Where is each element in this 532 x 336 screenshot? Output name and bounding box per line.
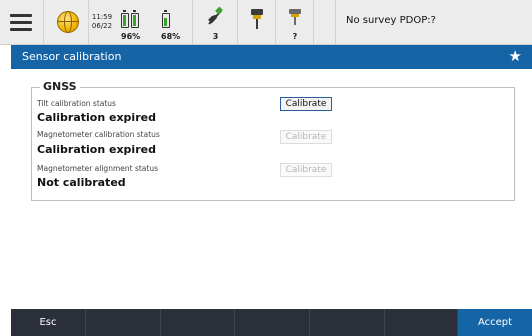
gnss-receiver-icon <box>251 9 263 29</box>
softkey-6[interactable] <box>385 309 458 336</box>
globe-status-button[interactable] <box>44 0 89 45</box>
esc-button[interactable]: Esc <box>11 309 86 336</box>
satellite-icon <box>208 6 223 25</box>
survey-status-text: No survey PDOP:? <box>346 15 436 26</box>
battery-2-percent: 68% <box>161 32 181 41</box>
main-content: GNSS Tilt calibration status Calibration… <box>11 69 532 309</box>
clock-time: 11:59 <box>91 13 113 21</box>
softkey-5[interactable] <box>310 309 385 336</box>
receiver-2-status-button[interactable]: ? <box>276 0 314 45</box>
accept-label: Accept <box>477 317 513 328</box>
magnetometer-alignment-label: Magnetometer alignment status <box>37 164 158 173</box>
group-legend: GNSS <box>40 80 80 93</box>
softkey-4[interactable] <box>235 309 310 336</box>
battery-icon <box>131 10 139 28</box>
battery-status[interactable]: 96% 68% <box>113 0 193 45</box>
battery-icon <box>121 10 129 28</box>
gnss-receiver-icon <box>289 9 301 25</box>
gnss-group: GNSS Tilt calibration status Calibration… <box>31 80 515 201</box>
magnetometer-alignment-calibrate-button[interactable]: Calibrate <box>280 163 332 177</box>
bottom-bar: Esc Accept <box>11 309 532 336</box>
esc-label: Esc <box>39 317 57 328</box>
title-bar: Sensor calibration ★ <box>11 45 532 69</box>
receiver-2-status-text: ? <box>292 32 298 41</box>
magnetometer-calibrate-button[interactable]: Calibrate <box>280 130 332 144</box>
tilt-calibration-value: Calibration expired <box>37 111 156 124</box>
satellite-status-button[interactable]: 3 <box>193 0 238 45</box>
receiver-status-button[interactable] <box>238 0 276 45</box>
satellite-count: 3 <box>212 32 219 41</box>
magnetometer-alignment-value: Not calibrated <box>37 176 126 189</box>
softkey-3[interactable] <box>161 309 235 336</box>
clock: 11:59 06/22 <box>89 0 113 45</box>
status-bar: 11:59 06/22 96% 68% 3 ? No survey PDOP:? <box>0 0 532 45</box>
magnetometer-calibration-label: Magnetometer calibration status <box>37 130 160 139</box>
status-spacer <box>314 0 336 45</box>
magnetometer-calibration-value: Calibration expired <box>37 143 156 156</box>
accept-button[interactable]: Accept <box>458 309 532 336</box>
battery-1-percent: 96% <box>121 32 141 41</box>
battery-icon <box>162 10 170 28</box>
page-title: Sensor calibration <box>22 50 122 63</box>
clock-date: 06/22 <box>91 22 113 30</box>
survey-status[interactable]: No survey PDOP:? <box>336 0 532 45</box>
menu-button[interactable] <box>0 0 44 45</box>
tilt-calibrate-button[interactable]: Calibrate <box>280 97 332 111</box>
tilt-calibration-label: Tilt calibration status <box>37 99 116 108</box>
softkey-2[interactable] <box>86 309 161 336</box>
star-icon[interactable]: ★ <box>509 47 522 65</box>
